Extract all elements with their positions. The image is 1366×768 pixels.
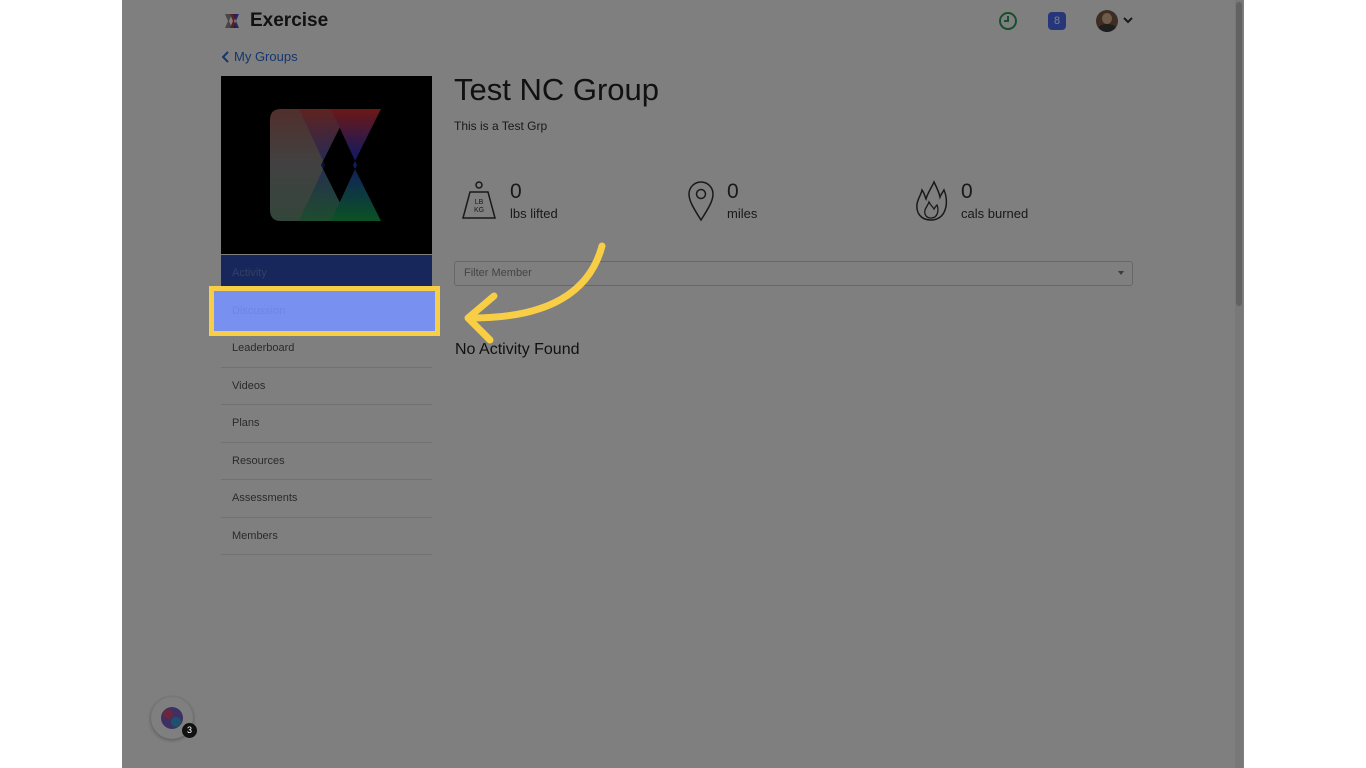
group-description: This is a Test Grp (454, 119, 548, 133)
stat-label: lbs lifted (510, 206, 558, 221)
page-title: Test NC Group (454, 72, 660, 107)
stat-text: 0 miles (727, 180, 757, 221)
stat-label: miles (727, 206, 758, 221)
stat-text: 0 cals burned (961, 180, 1028, 221)
back-link-my-groups[interactable]: My Groups (222, 49, 298, 64)
chevron-down-icon[interactable] (1122, 14, 1134, 26)
stat-label: cals burned (961, 206, 1029, 221)
nav-item-resources[interactable]: Resources (221, 443, 432, 480)
highlight-label: Discussion (232, 305, 286, 317)
launcher-badge: 3 (182, 723, 197, 738)
nav-item-videos[interactable]: Videos (221, 368, 432, 405)
stat-value: 0 (510, 180, 522, 203)
nav-item-assessments[interactable]: Assessments (221, 480, 432, 518)
brand-name: Exercise (250, 10, 329, 31)
nav-item-members[interactable]: Members (221, 518, 432, 555)
back-link-label: My Groups (234, 49, 298, 64)
nav-item-plans[interactable]: Plans (221, 405, 432, 443)
avatar[interactable] (1096, 10, 1118, 32)
brand-logo-icon (225, 14, 239, 28)
notification-badge[interactable]: 8 (1048, 12, 1066, 30)
weight-icon-line1: LB (475, 199, 484, 206)
weight-icon: LB KG (462, 181, 496, 219)
stat-text: 0 lbs lifted (510, 180, 558, 221)
stat-miles: 0 miles (687, 180, 757, 222)
highlight-box-discussion[interactable]: Discussion (209, 286, 440, 336)
clock-icon[interactable] (998, 11, 1018, 31)
caret-down-icon (1118, 271, 1124, 275)
flame-icon (916, 180, 948, 221)
location-pin-icon (688, 181, 714, 222)
stat-value: 0 (961, 180, 973, 203)
arrow-pointer-icon (464, 242, 606, 344)
chevron-left-icon (222, 50, 229, 63)
stat-lbs-lifted: LB KG 0 lbs lifted (460, 180, 558, 221)
brand[interactable]: Exercise (222, 10, 328, 32)
scrollbar-thumb[interactable] (1236, 2, 1242, 306)
group-image (221, 76, 432, 254)
stat-value: 0 (727, 180, 739, 203)
stat-cals-burned: 0 cals burned (913, 180, 1028, 222)
weight-icon-line2: KG (474, 207, 484, 214)
group-logo-icon (270, 109, 381, 221)
app-viewport: Exercise 8 My Groups Activity Leaderboar… (122, 0, 1244, 768)
